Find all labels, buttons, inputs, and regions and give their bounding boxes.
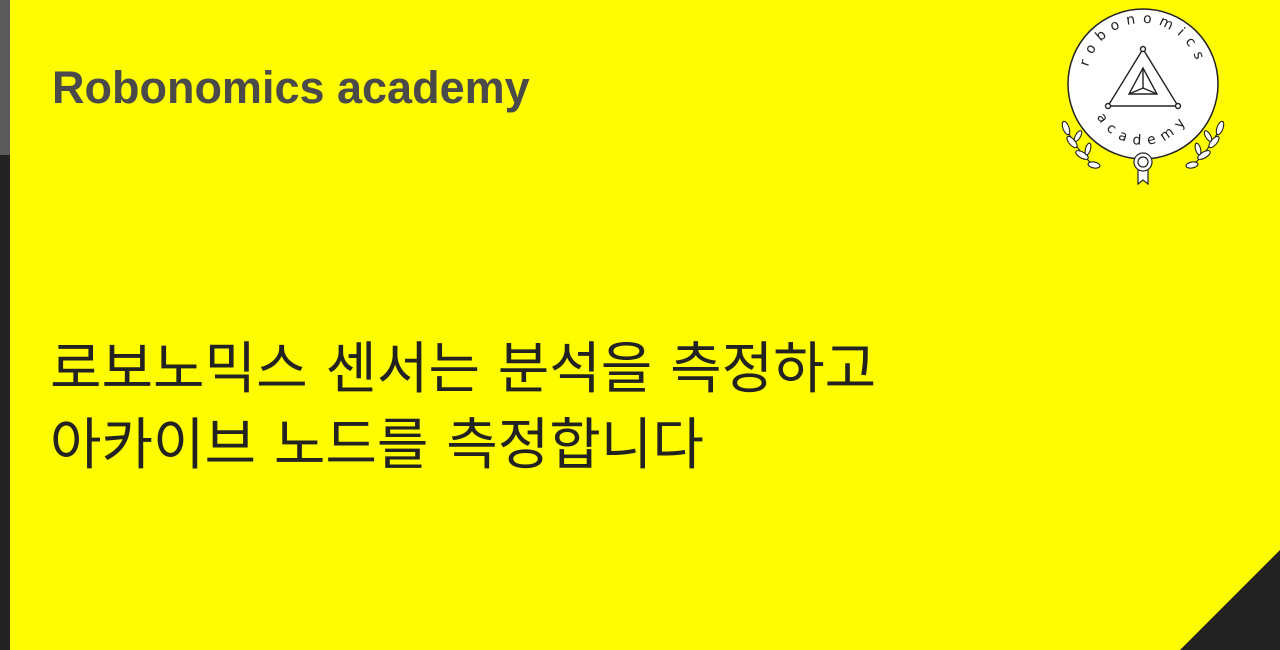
headline: 로보노믹스 센서는 분석을 측정하고 아카이브 노드를 측정합니다: [50, 332, 1050, 484]
left-accent-bar-highlight: [0, 0, 10, 155]
headline-line-2: 아카이브 노드를 측정합니다: [50, 413, 704, 478]
seal-badge-icon: [1133, 152, 1153, 186]
slide: Robonomics academy robonomics academy 로보…: [0, 0, 1280, 650]
headline-line-1: 로보노믹스 센서는 분석을 측정하고: [50, 337, 877, 402]
robonomics-academy-logo: robonomics academy: [1056, 8, 1230, 190]
corner-triangle-decoration: [1180, 550, 1280, 650]
brand-title: Robonomics academy: [52, 62, 530, 113]
